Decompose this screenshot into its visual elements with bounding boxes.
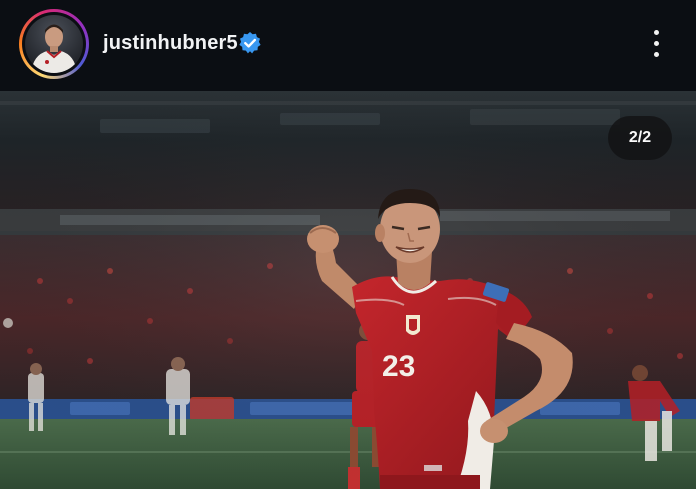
instagram-post: justinhubner5 23 2/2 [0,0,696,489]
verified-badge-icon [239,32,261,54]
stadium-celebration-image: 23 [0,91,696,489]
story-ring[interactable] [19,9,89,79]
post-photo[interactable]: 23 [0,91,696,489]
username[interactable]: justinhubner5 [103,32,238,55]
more-vertical-icon [653,29,659,35]
avatar-image [31,24,77,73]
more-options-button[interactable] [640,25,672,61]
jersey-number: 23 [382,350,415,383]
post-header: justinhubner5 [0,0,696,91]
avatar[interactable] [25,15,83,73]
carousel-counter: 2/2 [608,116,672,160]
